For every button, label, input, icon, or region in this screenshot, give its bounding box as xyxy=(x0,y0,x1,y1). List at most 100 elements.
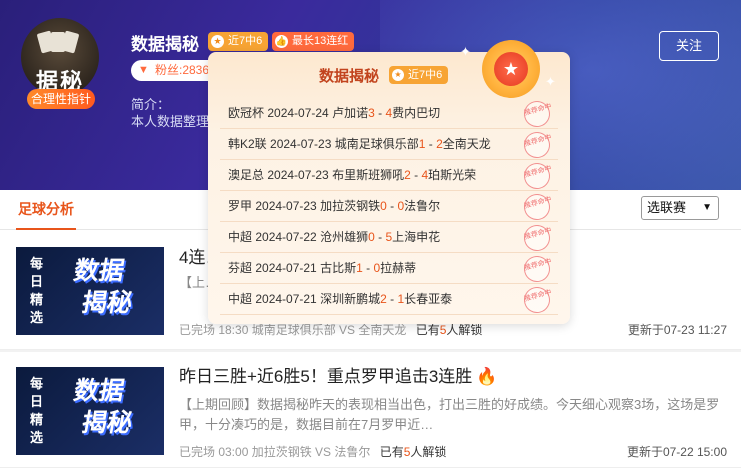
home-team: 加拉茨钢铁 xyxy=(320,199,381,213)
popup-record-label: 近7中6 xyxy=(408,69,443,81)
league: 罗甲 xyxy=(228,199,256,213)
result-row: 罗甲 2024-07-23 加拉茨钢铁0 - 0法鲁尔 推荐命中 xyxy=(220,191,558,223)
article-summary: 【上期回顾】数据揭秘昨天的表现相当出色，打出三胜的好成绩。今天细心观察3场，这场… xyxy=(179,397,720,432)
fire-icon: 🔥 xyxy=(476,367,498,386)
date: 2024-07-23 xyxy=(270,137,335,151)
away-score: 2 xyxy=(436,137,443,151)
sep: - xyxy=(410,168,422,182)
match-status: 已完场 18:30 城南足球俱乐部 VS 全南天龙 xyxy=(179,323,407,337)
league: 韩K2联 xyxy=(228,137,271,151)
home-team: 城南足球俱乐部 xyxy=(334,137,419,151)
home-team: 卢加诺 xyxy=(332,106,369,120)
thumb-side-text: 每日精选 xyxy=(30,376,44,445)
result-row: 澳足总 2024-07-23 布里斯班狮吼2 - 4珀斯光荣 推荐命中 xyxy=(220,160,558,192)
thumb-side-text: 每日精选 xyxy=(30,256,44,325)
away-team: 长春亚泰 xyxy=(404,292,453,306)
popup-title: 数据揭秘 xyxy=(319,68,380,85)
hit-stamp-icon: 推荐命中 xyxy=(521,98,553,130)
fans-icon: ▼ xyxy=(138,64,149,76)
recent-results-list: 欧冠杯 2024-07-24 卢加诺3 - 4费内巴切 推荐命中 韩K2联 2024… xyxy=(220,98,558,316)
sparkle-icon: ✦ xyxy=(460,44,471,59)
result-row: 韩K2联 2024-07-23 城南足球俱乐部1 - 2全南天龙 推荐命中 xyxy=(220,129,558,161)
updated-time: 更新于07-23 11:27 xyxy=(627,323,727,337)
date: 2024-07-22 xyxy=(255,230,321,244)
date: 2024-07-23 xyxy=(267,168,333,182)
sep: - xyxy=(386,292,398,306)
star-icon: ★ xyxy=(392,69,404,81)
recent-record-tag: ★ 近7中6 xyxy=(208,32,269,51)
hit-stamp-icon: 推荐命中 xyxy=(521,160,553,192)
thumb-title-line1: 数据 xyxy=(71,377,127,405)
hit-stamp-icon: 推荐命中 xyxy=(521,191,553,223)
league: 中超 xyxy=(228,230,256,244)
league-select-value: 选联赛 xyxy=(647,200,687,215)
record-popup: ✦ ✦ 数据揭秘 ★ 近7中6 ★ 欧冠杯 2024-07-24 卢加诺3 - … xyxy=(208,40,570,324)
date: 2024-07-24 xyxy=(267,106,333,120)
sep: - xyxy=(362,261,374,275)
sep: - xyxy=(374,106,386,120)
home-score: 3 xyxy=(368,106,375,120)
article-item[interactable]: 每日精选 数据 揭秘 昨日三胜+近6胜5！重点罗甲追击3连胜 🔥 【上期回顾】数据… xyxy=(0,352,741,468)
league: 中超 xyxy=(228,292,256,306)
thumbs-up-icon: 👍 xyxy=(275,35,288,48)
league: 芬超 xyxy=(228,261,256,275)
thumb-title-line2: 揭秘 xyxy=(79,409,135,437)
streak-label: 最长13连红 xyxy=(292,35,349,47)
sep: - xyxy=(374,230,386,244)
result-row: 欧冠杯 2024-07-24 卢加诺3 - 4费内巴切 推荐命中 xyxy=(220,98,558,130)
league: 澳足总 xyxy=(228,168,268,182)
article-thumbnail[interactable]: 每日精选 数据 揭秘 xyxy=(16,247,164,335)
sep: - xyxy=(425,137,437,151)
league: 欧冠杯 xyxy=(228,106,268,120)
home-team: 深圳新鹏城 xyxy=(320,292,381,306)
article-title[interactable]: 昨日三胜+近6胜5！重点罗甲追击3连胜 🔥 xyxy=(179,366,497,388)
unlock-count: 已有5人解锁 xyxy=(415,323,483,337)
rational-badge: 合理性指针 xyxy=(27,89,95,109)
home-score: 2 xyxy=(404,168,411,182)
cards-image xyxy=(36,28,81,58)
updated-time: 更新于07-22 15:00 xyxy=(626,445,727,459)
recent-record-label: 近7中6 xyxy=(228,35,263,47)
date: 2024-07-21 xyxy=(255,261,321,275)
home-score: 0 xyxy=(380,199,387,213)
follow-button[interactable]: 关注 xyxy=(659,31,719,61)
home-team: 布里斯班狮吼 xyxy=(332,168,405,182)
home-score: 1 xyxy=(356,261,363,275)
home-score: 0 xyxy=(368,230,375,244)
star-icon: ★ xyxy=(211,35,224,48)
result-row: 中超 2024-07-22 沧州雄狮0 - 5上海申花 推荐命中 xyxy=(220,222,558,254)
article-meta: 已完场 03:00 加拉茨钢铁 VS 法鲁尔 已有5人解锁 xyxy=(179,443,446,460)
hit-stamp-icon: 推荐命中 xyxy=(521,284,553,316)
chevron-down-icon: ▼ xyxy=(702,202,712,213)
medal-icon: ★ xyxy=(482,40,540,98)
hit-stamp-icon: 推荐命中 xyxy=(521,222,553,254)
away-team: 费内巴切 xyxy=(392,106,441,120)
result-row: 中超 2024-07-21 深圳新鹏城2 - 1长春亚泰 推荐命中 xyxy=(220,284,558,316)
home-team: 古比斯 xyxy=(320,261,357,275)
streak-tag: 👍 最长13连红 xyxy=(272,32,355,51)
unlock-count: 已有5人解锁 xyxy=(379,445,447,459)
result-row: 芬超 2024-07-21 古比斯1 - 0拉赫蒂 推荐命中 xyxy=(220,253,558,285)
date: 2024-07-23 xyxy=(255,199,321,213)
league-select[interactable]: 选联赛 ▼ xyxy=(641,196,719,220)
away-team: 上海申花 xyxy=(392,230,441,244)
thumb-title-line1: 数据 xyxy=(71,257,127,285)
fans-badge: ▼ 粉丝:2836 xyxy=(131,60,220,81)
away-team: 法鲁尔 xyxy=(404,199,441,213)
away-team: 全南天龙 xyxy=(442,137,491,151)
hit-stamp-icon: 推荐命中 xyxy=(521,253,553,285)
fans-count: 粉丝:2836 xyxy=(155,63,210,77)
popup-record-tag: ★ 近7中6 xyxy=(389,66,449,84)
away-team: 珀斯光荣 xyxy=(428,168,477,182)
sparkle-icon: ✦ xyxy=(545,74,556,89)
hit-stamp-icon: 推荐命中 xyxy=(521,129,553,161)
tab-football-analysis[interactable]: 足球分析 xyxy=(16,190,76,230)
thumb-title-line2: 揭秘 xyxy=(79,289,135,317)
article-thumbnail[interactable]: 每日精选 数据 揭秘 xyxy=(16,367,164,455)
intro-label: 简介： xyxy=(131,97,171,112)
sep: - xyxy=(386,199,398,213)
home-team: 沧州雄狮 xyxy=(320,230,369,244)
match-status: 已完场 03:00 加拉茨钢铁 VS 法鲁尔 xyxy=(179,445,371,459)
home-score: 2 xyxy=(380,292,387,306)
avatar[interactable]: 据秘 xyxy=(21,18,99,96)
